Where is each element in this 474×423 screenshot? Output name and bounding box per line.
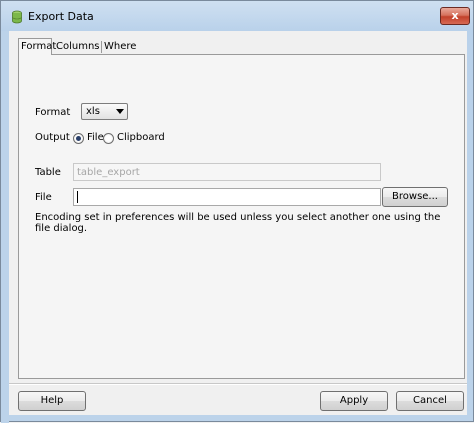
encoding-note: Encoding set in preferences will be used… (35, 212, 441, 234)
chevron-down-icon (116, 109, 124, 114)
close-icon: x (451, 9, 459, 22)
file-label: File (35, 192, 52, 203)
export-data-window: Export Data x Format Columns Where Forma… (0, 0, 474, 423)
output-clipboard-radio[interactable] (103, 133, 114, 144)
footer-divider-highlight (9, 384, 467, 385)
table-label: Table (35, 167, 61, 178)
format-tab-panel: Format xls Output File Clipboard Table t… (18, 54, 465, 379)
help-button[interactable]: Help (18, 391, 86, 411)
format-select[interactable]: xls (81, 103, 128, 120)
format-select-value: xls (86, 106, 100, 117)
output-file-radio[interactable] (73, 133, 84, 144)
output-file-label[interactable]: File (87, 132, 104, 143)
output-clipboard-label[interactable]: Clipboard (117, 132, 165, 143)
file-path-input[interactable] (73, 188, 381, 206)
dialog-client-area: Format Columns Where Format xls Output F… (9, 31, 467, 415)
cancel-button[interactable]: Cancel (396, 391, 464, 411)
tab-where[interactable]: Where (102, 40, 146, 54)
tab-format[interactable]: Format (18, 38, 56, 55)
output-label: Output (35, 132, 70, 143)
text-caret (77, 191, 78, 203)
table-name-field: table_export (73, 163, 381, 181)
window-frame-left (1, 31, 9, 423)
apply-button[interactable]: Apply (320, 391, 388, 411)
title-bar[interactable]: Export Data x (1, 1, 473, 31)
app-cylinder-icon (12, 10, 22, 24)
format-label: Format (35, 107, 71, 118)
close-button[interactable]: x (440, 7, 470, 25)
window-title: Export Data (28, 10, 94, 23)
tab-columns[interactable]: Columns (54, 40, 104, 54)
browse-button[interactable]: Browse... (382, 187, 448, 207)
